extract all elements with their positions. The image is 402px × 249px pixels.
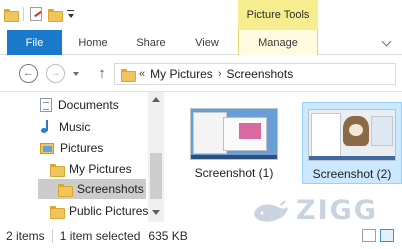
whale-icon: [254, 198, 288, 222]
tree-item-label: Music: [59, 120, 91, 134]
large-icons-view-icon[interactable]: [380, 229, 394, 242]
tree-item-public-pictures[interactable]: Public Pictures: [50, 201, 148, 221]
address-bar[interactable]: « My Pictures › Screenshots: [114, 63, 396, 85]
music-icon: [40, 120, 53, 134]
scroll-up-icon[interactable]: [152, 97, 160, 102]
tree-item-label: Screenshots: [77, 182, 144, 196]
tab-file[interactable]: File: [7, 30, 62, 55]
navigation-bar: ← → ↑ « My Pictures › Screenshots: [0, 56, 402, 92]
back-button[interactable]: ←: [19, 64, 38, 83]
file-name: Screenshot (1): [194, 166, 274, 180]
chevron-right-icon[interactable]: ›: [218, 68, 222, 80]
arrow-right-icon: →: [50, 67, 61, 79]
tree-item-documents[interactable]: Documents: [40, 95, 119, 115]
item-count: 2 items: [6, 228, 45, 243]
tab-view[interactable]: View: [180, 30, 234, 55]
picture-tools-header: Picture Tools: [238, 0, 318, 30]
new-folder-icon[interactable]: [48, 8, 63, 22]
arrow-up-icon: ↑: [98, 65, 106, 82]
ribbon-tabs: File Home Share View Manage: [0, 30, 402, 55]
file-item[interactable]: Screenshot (2): [302, 102, 402, 184]
status-bar: 2 items 1 item selected 635 KB: [0, 222, 402, 249]
up-button[interactable]: ↑: [95, 65, 109, 83]
tree-item-screenshots[interactable]: Screenshots: [38, 179, 146, 199]
tree-item-label: Pictures: [60, 141, 104, 155]
tab-home[interactable]: Home: [66, 30, 120, 55]
breadcrumb-my-pictures[interactable]: My Pictures: [150, 67, 213, 81]
tree-item-label: My Pictures: [69, 162, 132, 176]
image-thumbnail: [190, 108, 278, 160]
nav-scrollbar[interactable]: [148, 92, 164, 222]
selection-count: 1 item selected: [59, 228, 141, 243]
arrow-left-icon: ←: [23, 67, 34, 79]
folder-icon: [50, 205, 65, 219]
selection-size: 635 KB: [148, 228, 188, 243]
scroll-down-icon[interactable]: [152, 210, 160, 215]
tree-item-music[interactable]: Music: [40, 117, 90, 137]
details-view-icon[interactable]: [362, 229, 376, 242]
bar-icon: [67, 10, 74, 11]
folder-icon: [121, 68, 136, 82]
navigation-pane: Documents Music Pictures My Pictures Scr…: [0, 92, 164, 222]
properties-icon[interactable]: [30, 7, 42, 21]
tab-share[interactable]: Share: [124, 30, 178, 55]
quick-access-toolbar: [4, 7, 74, 22]
overflow-chevron[interactable]: «: [139, 68, 145, 80]
tree-item-label: Public Pictures: [69, 204, 149, 218]
folder-icon: [50, 163, 65, 177]
tree-item-label: Documents: [58, 98, 119, 112]
scroll-thumb[interactable]: [150, 153, 162, 199]
image-thumbnail: [308, 109, 396, 161]
chevron-down-icon: [67, 14, 74, 18]
tree-item-my-pictures[interactable]: My Pictures: [50, 159, 132, 179]
folder-icon: [58, 183, 73, 197]
folder-icon[interactable]: [4, 8, 19, 22]
title-bar: Picture Tools: [0, 0, 402, 30]
file-name: Screenshot (2): [312, 167, 392, 181]
recent-locations-dropdown[interactable]: [73, 72, 79, 76]
file-item[interactable]: Screenshot (1): [184, 102, 284, 184]
breadcrumb-screenshots[interactable]: Screenshots: [226, 67, 293, 81]
view-switcher: [362, 229, 394, 242]
expand-ribbon-icon[interactable]: [381, 36, 392, 47]
status-separator: [51, 228, 53, 243]
customize-qat-button[interactable]: [67, 10, 74, 18]
forward-button[interactable]: →: [46, 64, 65, 83]
tab-manage[interactable]: Manage: [238, 30, 318, 55]
pictures-icon: [40, 142, 54, 154]
tree-item-pictures[interactable]: Pictures: [40, 138, 103, 158]
documents-icon: [40, 98, 52, 112]
qat-separator: [23, 7, 24, 21]
